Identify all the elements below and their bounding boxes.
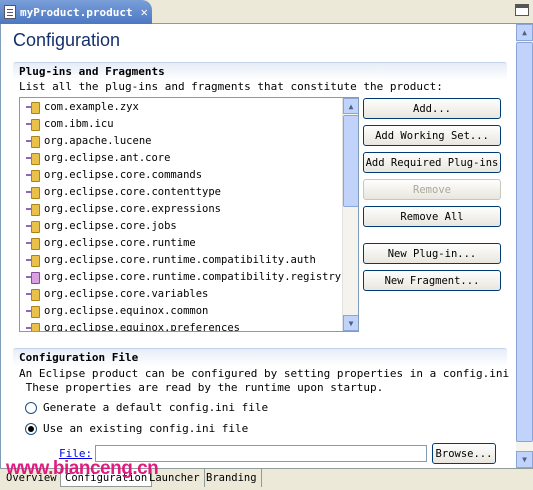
editor-tab-strip: myProduct.product ✕ bbox=[0, 0, 533, 24]
scroll-down-icon[interactable]: ▼ bbox=[343, 315, 358, 331]
plugin-icon bbox=[26, 288, 42, 301]
scroll-up-icon[interactable]: ▲ bbox=[516, 24, 533, 41]
plugin-list[interactable]: com.example.zyx com.ibm.icu org.apache.l… bbox=[19, 97, 359, 332]
list-item-label: org.eclipse.core.jobs bbox=[44, 219, 177, 232]
list-item-label: org.eclipse.core.contenttype bbox=[44, 185, 222, 198]
remove-all-button[interactable]: Remove All bbox=[363, 206, 501, 227]
editor-tab-title: myProduct.product bbox=[20, 5, 133, 19]
plugin-icon bbox=[26, 135, 42, 148]
list-item-label: org.eclipse.core.runtime bbox=[44, 236, 196, 249]
scroll-down-icon[interactable]: ▼ bbox=[516, 451, 533, 468]
list-item[interactable]: org.eclipse.core.jobs bbox=[26, 217, 177, 234]
new-plugin-button[interactable]: New Plug-in... bbox=[363, 243, 501, 264]
plugin-icon bbox=[26, 101, 42, 114]
list-item-label: com.ibm.icu bbox=[44, 117, 114, 130]
list-item-label: org.eclipse.core.expressions bbox=[44, 202, 222, 215]
scroll-thumb[interactable] bbox=[516, 42, 533, 442]
watermark: www.bianceng.cn bbox=[6, 458, 159, 479]
plugin-icon bbox=[26, 169, 42, 182]
plugin-icon bbox=[26, 186, 42, 199]
use-existing-option[interactable]: Use an existing config.ini file bbox=[25, 422, 248, 435]
add-working-set-button[interactable]: Add Working Set... bbox=[363, 125, 501, 146]
generate-default-option[interactable]: Generate a default config.ini file bbox=[25, 401, 268, 414]
list-item[interactable]: org.eclipse.core.contenttype bbox=[26, 183, 221, 200]
list-item-label: org.eclipse.core.runtime.compatibility.r… bbox=[44, 270, 342, 283]
list-item-label: org.eclipse.core.variables bbox=[44, 287, 209, 300]
list-item-label: org.eclipse.core.runtime.compatibility.a… bbox=[44, 253, 316, 266]
scroll-up-icon[interactable]: ▲ bbox=[343, 98, 358, 114]
plugins-section-title: Plug-ins and Fragments bbox=[13, 62, 507, 80]
product-file-icon bbox=[4, 5, 16, 19]
list-item[interactable]: com.ibm.icu bbox=[26, 115, 114, 132]
plugin-icon bbox=[26, 118, 42, 131]
configuration-page: Configuration Plug-ins and Fragments Lis… bbox=[0, 24, 533, 468]
new-fragment-button[interactable]: New Fragment... bbox=[363, 270, 501, 291]
add-required-plugins-button[interactable]: Add Required Plug-ins bbox=[363, 152, 501, 173]
plugin-icon bbox=[26, 305, 42, 318]
list-scrollbar[interactable]: ▲ ▼ bbox=[342, 98, 358, 331]
list-item[interactable]: org.eclipse.core.variables bbox=[26, 285, 208, 302]
maximize-icon[interactable] bbox=[515, 4, 529, 16]
add-button[interactable]: Add... bbox=[363, 98, 501, 119]
config-section-description: An Eclipse product can be configured by … bbox=[19, 367, 533, 394]
list-item[interactable]: org.eclipse.ant.core bbox=[26, 149, 170, 166]
radio-button[interactable] bbox=[25, 401, 37, 414]
radio-button-selected[interactable] bbox=[25, 422, 37, 435]
use-existing-label: Use an existing config.ini file bbox=[43, 422, 249, 435]
generate-default-label: Generate a default config.ini file bbox=[43, 401, 269, 414]
plugin-icon bbox=[26, 220, 42, 233]
plugin-icon bbox=[26, 203, 42, 216]
editor-tab[interactable]: myProduct.product ✕ bbox=[0, 0, 152, 24]
list-item-label: com.example.zyx bbox=[44, 100, 139, 113]
list-item-label: org.eclipse.ant.core bbox=[44, 151, 171, 164]
list-item-label: org.apache.lucene bbox=[44, 134, 152, 147]
tab-branding[interactable]: Branding bbox=[202, 469, 262, 487]
list-item[interactable]: org.eclipse.equinox.common bbox=[26, 302, 208, 319]
list-item[interactable]: org.apache.lucene bbox=[26, 132, 151, 149]
fragment-icon bbox=[26, 271, 42, 284]
list-item[interactable]: org.eclipse.core.commands bbox=[26, 166, 202, 183]
page-scrollbar[interactable]: ▲ ▼ bbox=[516, 24, 533, 468]
remove-button[interactable]: Remove bbox=[363, 179, 501, 200]
list-item[interactable]: org.eclipse.core.runtime.compatibility.a… bbox=[26, 251, 316, 268]
browse-button[interactable]: Browse... bbox=[432, 443, 496, 464]
list-item[interactable]: org.eclipse.core.runtime.compatibility.r… bbox=[26, 268, 341, 285]
close-icon[interactable]: ✕ bbox=[141, 5, 148, 19]
page-title: Configuration bbox=[13, 30, 121, 50]
list-item-label: org.eclipse.core.commands bbox=[44, 168, 203, 181]
plugin-icon bbox=[26, 152, 42, 165]
list-item-label: org.eclipse.equinox.common bbox=[44, 304, 209, 317]
plugins-section-description: List all the plug-ins and fragments that… bbox=[19, 80, 443, 93]
plugin-icon bbox=[26, 237, 42, 250]
config-section-title: Configuration File bbox=[13, 348, 507, 366]
plugin-icon bbox=[26, 254, 42, 267]
scroll-thumb[interactable] bbox=[343, 115, 358, 207]
list-item-label: org.eclipse.equinox.preferences bbox=[44, 321, 240, 332]
list-item[interactable]: org.eclipse.core.runtime bbox=[26, 234, 196, 251]
list-item[interactable]: org.eclipse.equinox.preferences bbox=[26, 319, 240, 332]
list-item[interactable]: com.example.zyx bbox=[26, 98, 139, 115]
list-item[interactable]: org.eclipse.core.expressions bbox=[26, 200, 221, 217]
plugin-icon bbox=[26, 322, 42, 331]
